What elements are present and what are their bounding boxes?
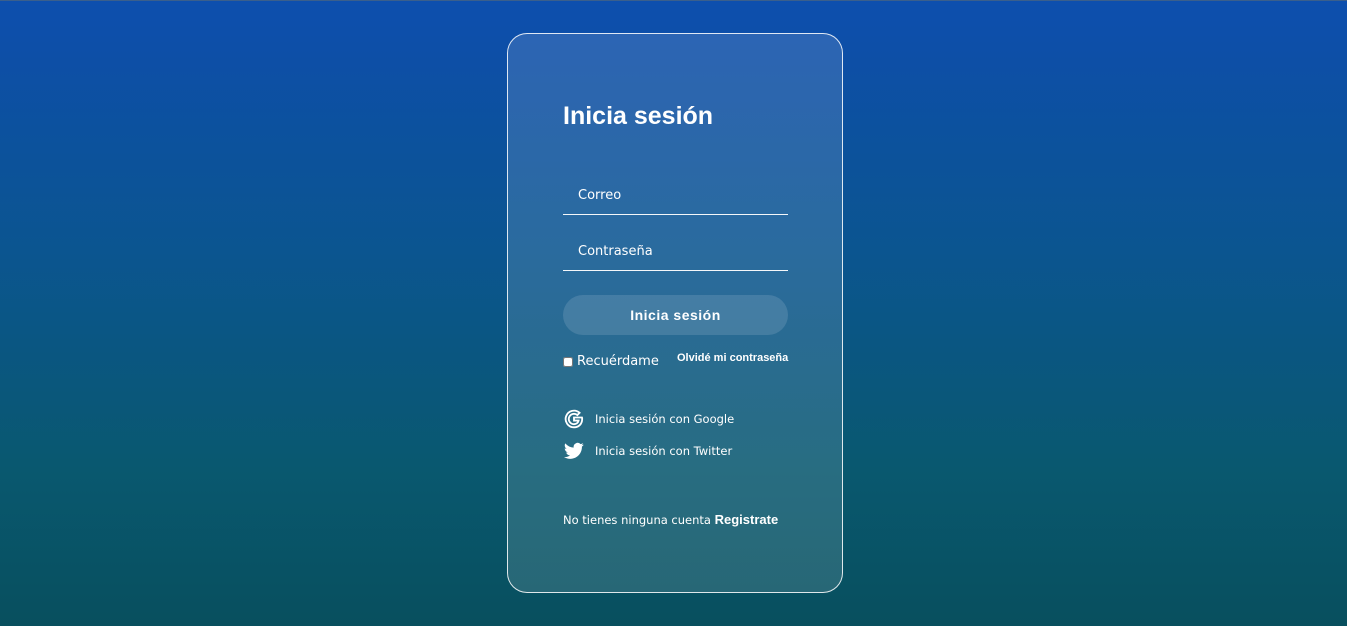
top-border: [0, 0, 1347, 1]
login-title: Inicia sesión: [563, 102, 714, 130]
register-link[interactable]: Registrate: [715, 512, 779, 527]
remember-me: Recuérdame: [563, 354, 659, 369]
no-account-text: No tienes ninguna cuenta: [563, 513, 715, 527]
google-login-label: Inicia sesión con Google: [595, 412, 735, 426]
remember-checkbox[interactable]: [563, 356, 573, 367]
password-field-wrapper: [563, 233, 788, 271]
forgot-password-link[interactable]: Olvidé mi contraseña: [677, 352, 788, 364]
email-field-wrapper: [563, 177, 788, 215]
twitter-login-button[interactable]: Inicia sesión con Twitter: [563, 440, 732, 462]
twitter-icon: [563, 440, 585, 462]
remember-label: Recuérdame: [577, 354, 659, 369]
email-input[interactable]: [563, 177, 788, 214]
login-card: Inicia sesión Inicia sesión Recuérdame O…: [507, 33, 843, 593]
login-button[interactable]: Inicia sesión: [563, 295, 788, 335]
google-login-button[interactable]: Inicia sesión con Google: [563, 408, 734, 430]
password-input[interactable]: [563, 233, 788, 270]
twitter-login-label: Inicia sesión con Twitter: [595, 444, 733, 458]
register-prompt: No tienes ninguna cuenta Registrate: [563, 512, 778, 527]
google-icon: [563, 408, 585, 430]
